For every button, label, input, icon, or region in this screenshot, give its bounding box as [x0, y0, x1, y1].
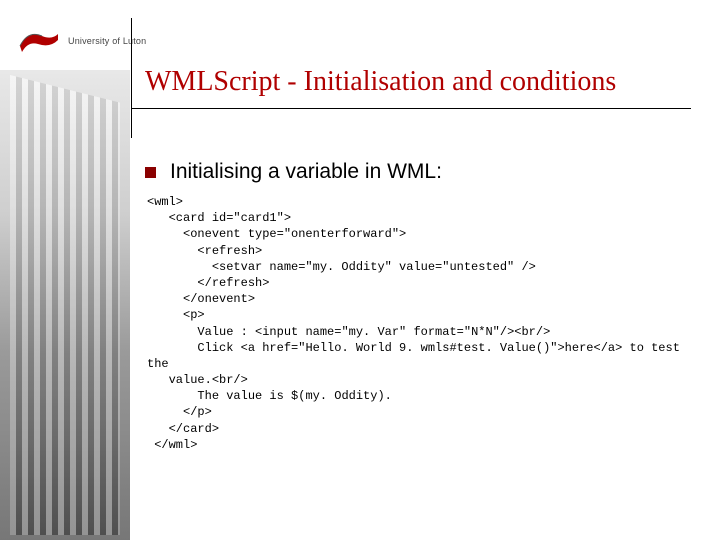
- vertical-rule: [131, 18, 132, 138]
- bullet-text: Initialising a variable in WML:: [170, 160, 442, 184]
- square-bullet-icon: [145, 167, 156, 178]
- logo-text: University of Luton: [68, 36, 146, 46]
- code-block: <wml> <card id="card1"> <onevent type="o…: [147, 194, 705, 453]
- slide-title: WMLScript - Initialisation and condition…: [145, 66, 616, 98]
- horizontal-rule: [131, 108, 691, 109]
- logo: University of Luton: [18, 26, 146, 56]
- slide-body: Initialising a variable in WML: <wml> <c…: [145, 160, 705, 453]
- logo-mark-icon: [18, 26, 60, 56]
- bullet-item: Initialising a variable in WML:: [145, 160, 705, 184]
- slide: University of Luton WMLScript - Initiali…: [0, 0, 720, 540]
- sidebar-photo: [0, 70, 130, 540]
